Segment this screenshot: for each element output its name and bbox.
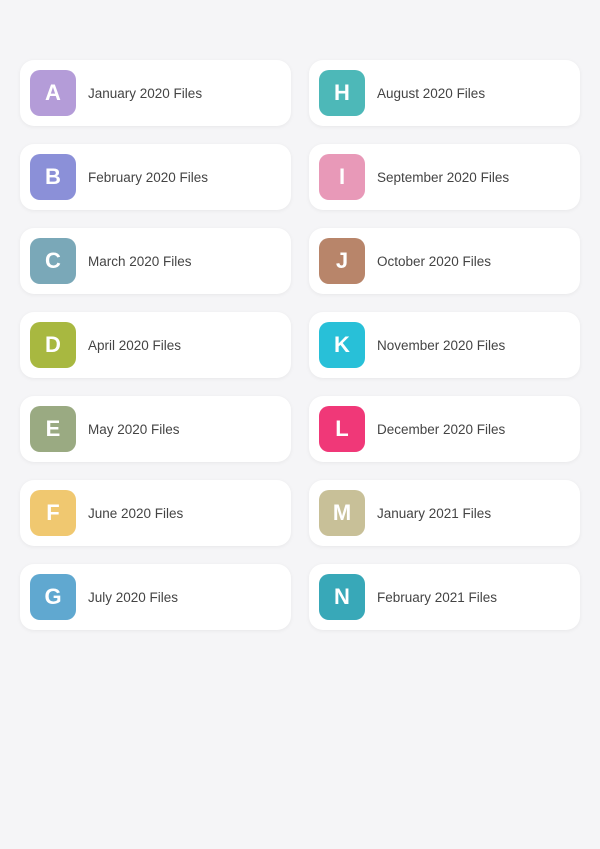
folder-item[interactable]: N February 2021 Files <box>309 564 580 630</box>
folder-label: January 2021 Files <box>377 506 491 521</box>
folder-item[interactable]: A January 2020 Files <box>20 60 291 126</box>
folder-icon: L <box>319 406 365 452</box>
folder-label: August 2020 Files <box>377 86 485 101</box>
folder-label: March 2020 Files <box>88 254 192 269</box>
folder-label: July 2020 Files <box>88 590 178 605</box>
folder-icon: B <box>30 154 76 200</box>
folder-label: May 2020 Files <box>88 422 180 437</box>
folder-item[interactable]: I September 2020 Files <box>309 144 580 210</box>
folder-label: April 2020 Files <box>88 338 181 353</box>
folder-item[interactable]: G July 2020 Files <box>20 564 291 630</box>
folder-label: December 2020 Files <box>377 422 505 437</box>
folder-icon: E <box>30 406 76 452</box>
folder-label: February 2020 Files <box>88 170 208 185</box>
folder-item[interactable]: D April 2020 Files <box>20 312 291 378</box>
folder-label: January 2020 Files <box>88 86 202 101</box>
folder-icon: I <box>319 154 365 200</box>
folder-icon: F <box>30 490 76 536</box>
folder-icon: D <box>30 322 76 368</box>
folder-item[interactable]: C March 2020 Files <box>20 228 291 294</box>
folder-icon: N <box>319 574 365 620</box>
folder-item[interactable]: K November 2020 Files <box>309 312 580 378</box>
folder-label: November 2020 Files <box>377 338 505 353</box>
folder-icon: K <box>319 322 365 368</box>
folder-grid: A January 2020 Files H August 2020 Files B Fe… <box>20 60 580 630</box>
folder-item[interactable]: F June 2020 Files <box>20 480 291 546</box>
folder-icon: J <box>319 238 365 284</box>
folder-item[interactable]: H August 2020 Files <box>309 60 580 126</box>
folder-icon: H <box>319 70 365 116</box>
folder-icon: G <box>30 574 76 620</box>
folder-item[interactable]: J October 2020 Files <box>309 228 580 294</box>
folder-label: September 2020 Files <box>377 170 509 185</box>
folder-icon: A <box>30 70 76 116</box>
folder-label: February 2021 Files <box>377 590 497 605</box>
folder-item[interactable]: B February 2020 Files <box>20 144 291 210</box>
folder-item[interactable]: M January 2021 Files <box>309 480 580 546</box>
folder-label: October 2020 Files <box>377 254 491 269</box>
folder-item[interactable]: E May 2020 Files <box>20 396 291 462</box>
folder-label: June 2020 Files <box>88 506 183 521</box>
folder-icon: C <box>30 238 76 284</box>
folder-icon: M <box>319 490 365 536</box>
folder-item[interactable]: L December 2020 Files <box>309 396 580 462</box>
